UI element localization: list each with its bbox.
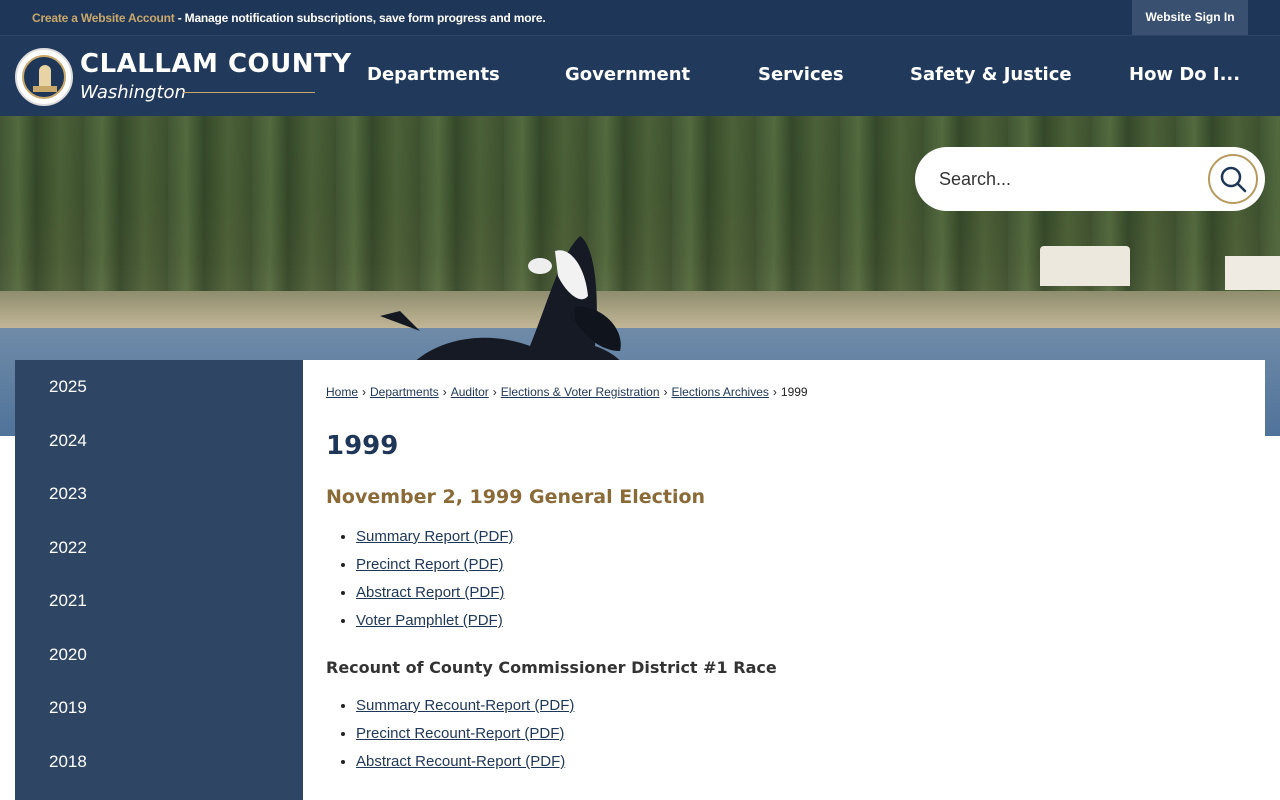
utility-bar: Create a Website Account - Manage notifi…	[0, 0, 1280, 35]
recount-links: Summary Recount-Report (PDF) Precinct Re…	[356, 696, 574, 780]
county-seal-logo[interactable]	[15, 48, 73, 106]
shore-house	[1225, 256, 1280, 290]
list-item: Precinct Recount-Report (PDF)	[356, 724, 574, 752]
site-subtitle: Washington	[80, 82, 186, 103]
search-button[interactable]	[1208, 154, 1258, 204]
abstract-report-link[interactable]: Abstract Report (PDF)	[356, 584, 504, 601]
list-item: Voter Pamphlet (PDF)	[356, 611, 514, 639]
breadcrumb-elections[interactable]: Elections & Voter Registration	[501, 385, 660, 399]
recount-heading: Recount of County Commissioner District …	[326, 658, 777, 677]
sidebar-item-2020[interactable]: 2020	[49, 645, 87, 665]
abstract-recount-link[interactable]: Abstract Recount-Report (PDF)	[356, 753, 565, 770]
lighthouse-icon	[39, 65, 51, 87]
precinct-report-link[interactable]: Precinct Report (PDF)	[356, 556, 504, 573]
list-item: Abstract Report (PDF)	[356, 583, 514, 611]
list-item: Summary Report (PDF)	[356, 527, 514, 555]
general-election-heading: November 2, 1999 General Election	[326, 486, 706, 508]
create-account-link[interactable]: Create a Website Account	[32, 11, 175, 25]
search-icon	[1220, 166, 1247, 193]
nav-how-do-i[interactable]: How Do I...	[1129, 36, 1240, 116]
sidebar-item-2023[interactable]: 2023	[49, 484, 87, 504]
breadcrumb-separator: ›	[442, 385, 447, 399]
sign-in-button[interactable]: Website Sign In	[1132, 0, 1248, 35]
breadcrumb: Home › Departments › Auditor › Elections & Vot…	[326, 385, 808, 399]
summary-recount-link[interactable]: Summary Recount-Report (PDF)	[356, 697, 574, 714]
nav-government[interactable]: Government	[565, 36, 690, 116]
nav-services[interactable]: Services	[758, 36, 844, 116]
breadcrumb-home[interactable]: Home	[326, 385, 358, 399]
sidebar-item-2025[interactable]: 2025	[49, 377, 87, 397]
voter-pamphlet-link[interactable]: Voter Pamphlet (PDF)	[356, 612, 503, 629]
list-item: Summary Recount-Report (PDF)	[356, 696, 574, 724]
seal-inner	[22, 55, 66, 99]
breadcrumb-separator: ›	[772, 385, 777, 399]
list-item: Abstract Recount-Report (PDF)	[356, 752, 574, 780]
breadcrumb-auditor[interactable]: Auditor	[451, 385, 489, 399]
sidebar-item-2022[interactable]: 2022	[49, 538, 87, 558]
account-promo: Create a Website Account - Manage notifi…	[32, 11, 546, 25]
breadcrumb-separator: ›	[362, 385, 367, 399]
year-sidebar: 2025 2024 2023 2022 2021 2020 2019 2018	[15, 360, 303, 800]
sidebar-item-2021[interactable]: 2021	[49, 591, 87, 611]
precinct-recount-link[interactable]: Precinct Recount-Report (PDF)	[356, 725, 564, 742]
site-title[interactable]: CLALLAM COUNTY	[80, 49, 352, 79]
breadcrumb-separator: ›	[492, 385, 497, 399]
orca-image	[380, 236, 630, 376]
nav-departments[interactable]: Departments	[367, 36, 500, 116]
main-content: Home › Departments › Auditor › Elections & Vot…	[303, 360, 1265, 800]
promo-text: - Manage notification subscriptions, sav…	[174, 11, 546, 25]
page-title: 1999	[326, 431, 399, 461]
summary-report-link[interactable]: Summary Report (PDF)	[356, 528, 514, 545]
logo-divider	[183, 92, 315, 93]
breadcrumb-departments[interactable]: Departments	[370, 385, 439, 399]
sidebar-item-2019[interactable]: 2019	[49, 698, 87, 718]
search-input[interactable]	[939, 165, 1209, 193]
sidebar-item-2018[interactable]: 2018	[49, 752, 87, 772]
shoreline	[0, 291, 1280, 331]
breadcrumb-separator: ›	[663, 385, 668, 399]
general-election-links: Summary Report (PDF) Precinct Report (PD…	[356, 527, 514, 639]
seal-base	[33, 86, 57, 92]
search-bar	[915, 147, 1265, 211]
list-item: Precinct Report (PDF)	[356, 555, 514, 583]
breadcrumb-archives[interactable]: Elections Archives	[672, 385, 769, 399]
breadcrumb-current: 1999	[780, 385, 808, 399]
nav-safety-justice[interactable]: Safety & Justice	[910, 36, 1072, 116]
sidebar-item-2024[interactable]: 2024	[49, 431, 87, 451]
shore-house	[1040, 246, 1130, 286]
site-header: CLALLAM COUNTY Washington Departments Go…	[0, 35, 1280, 116]
